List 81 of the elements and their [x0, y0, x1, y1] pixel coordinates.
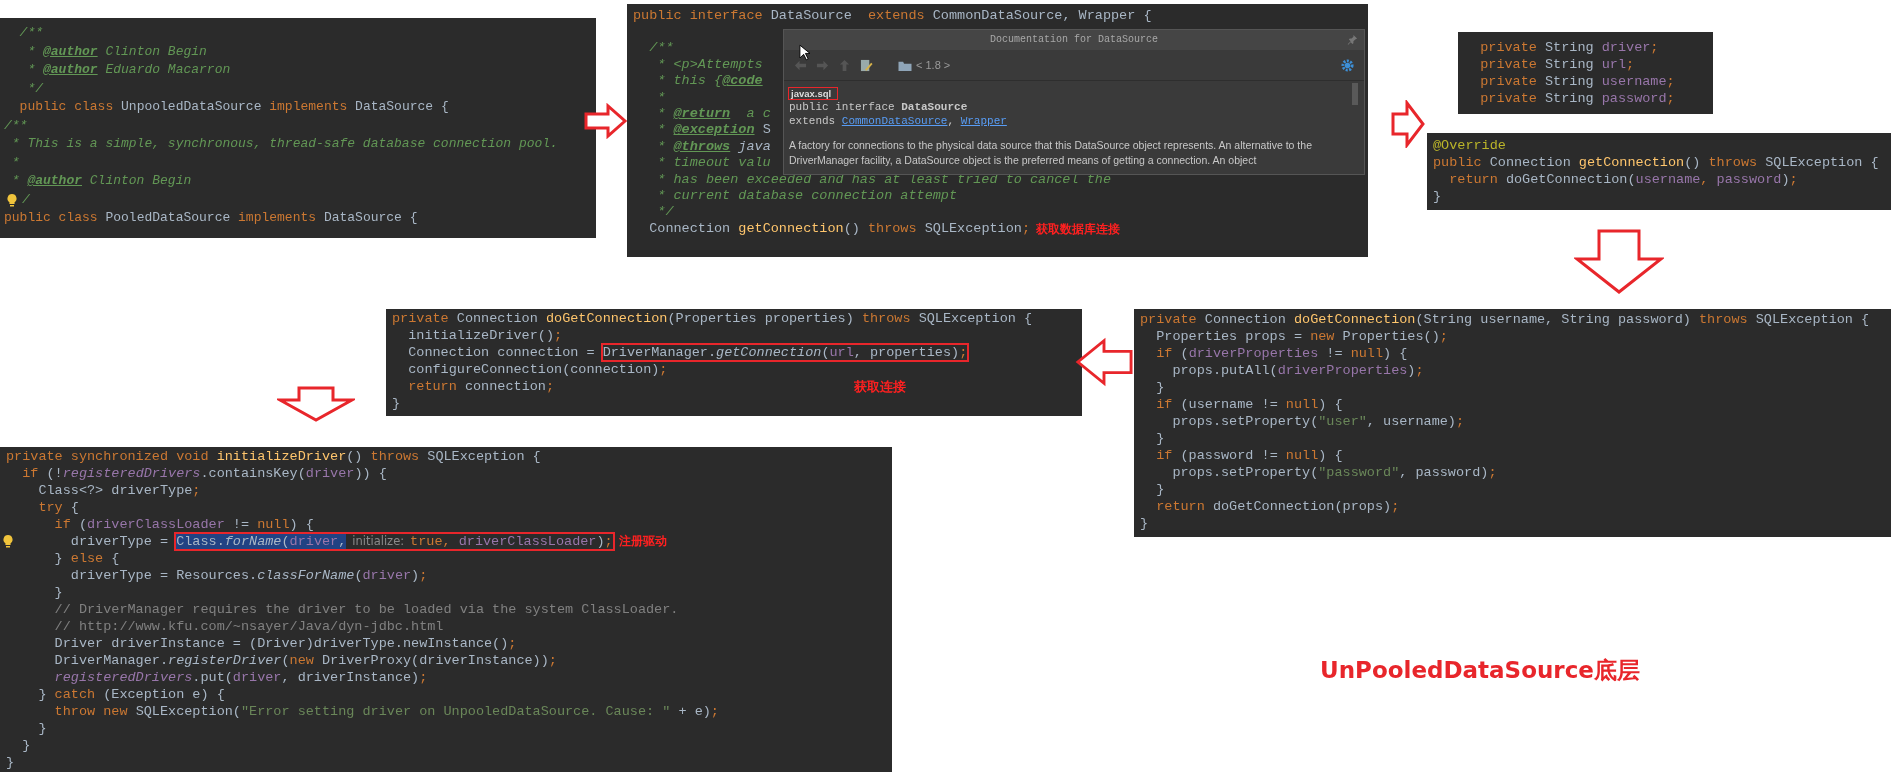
package-label: javax.sql	[788, 87, 839, 100]
code-line: /	[22, 190, 30, 209]
code-line: * @exception S	[656, 122, 771, 139]
code-line: * timeout valu	[656, 155, 771, 172]
code-line: private Connection doGetConnection(String username, String password) throws SQLException {	[1140, 311, 1870, 328]
code-line: private String driver;	[1479, 39, 1659, 56]
code-line: @Override	[1433, 137, 1506, 154]
code-line: * has been exceeded and has at least tried to cancel the	[656, 171, 1111, 189]
code-line: /**	[4, 116, 28, 135]
code-line: return doGetConnection(props);	[1155, 498, 1400, 515]
code-line: }	[392, 395, 401, 412]
code-line: props.putAll(driverProperties);	[1171, 362, 1424, 379]
code-line: }	[1140, 515, 1149, 532]
code-line: try {	[37, 499, 79, 516]
code-line: // http://www.kfu.com/~nsayer/Java/dyn-jdbc.html	[53, 618, 444, 635]
code-line: configureConnection(connection);	[407, 361, 668, 378]
code-line: public class UnpooledDataSource implements DataSource {	[18, 98, 449, 116]
doc-signature: public interface DataSource	[789, 100, 969, 114]
code-line: /**	[18, 24, 43, 42]
code-line: * @author Eduardo Macarron	[26, 61, 231, 79]
code-line: public interface DataSource extends CommonDataSource, Wrapper {	[633, 8, 1152, 25]
doc-link[interactable]: CommonDataSource	[841, 115, 948, 127]
code-line: props.setProperty("user", username);	[1171, 413, 1465, 430]
code-line: if (driverProperties != null) {	[1155, 345, 1408, 362]
code-line: */	[656, 204, 674, 221]
code-line: throw new SQLException("Error setting driver on UnpooledDataSource. Cause: " + e);	[53, 703, 719, 720]
code-line: initializeDriver();	[407, 327, 563, 344]
code-line: * @author Clinton Begin	[26, 42, 207, 61]
code-line: if (driverClassLoader != null) {	[53, 516, 314, 533]
code-line: DriverManager.registerDriver(new DriverProxy(driverInstance));	[53, 652, 557, 669]
code-line: *	[10, 153, 20, 172]
code-line: // DriverManager requires the driver to be loaded via the system ClassLoader.	[53, 601, 679, 618]
code-line: if (!registeredDrivers.containsKey(driver)) {	[21, 465, 387, 482]
code-line: Class<?> driverType;	[37, 482, 201, 499]
code-line: props.setProperty("password", password);	[1171, 464, 1497, 481]
code-line: }	[1155, 430, 1165, 447]
popup-title: Documentation for DataSource	[990, 34, 1158, 46]
version-nav[interactable]: < 1.8 >	[916, 56, 951, 74]
code-line: * This is a simple, synchronous, thread-safe database connection pool.	[10, 135, 558, 153]
code-line: * current database connection attempt	[656, 188, 958, 205]
annotation-note: 注册驱动	[618, 533, 667, 550]
code-line: * @throws java	[656, 138, 771, 156]
code-line: Connection connection = DriverManager.getConnection(url, properties);	[407, 344, 968, 361]
code-line: private String username;	[1479, 73, 1675, 90]
code-line: }	[21, 737, 31, 754]
code-line: /**	[648, 40, 674, 57]
code-line: * <p>Attempts	[656, 56, 763, 74]
code-line: *	[656, 89, 666, 107]
code-line: }	[1155, 379, 1165, 396]
code-line: }	[53, 584, 63, 601]
caption-text: UnPooledDataSource底层	[1320, 656, 1640, 685]
code-line: } else {	[53, 550, 120, 567]
code-line: Connection getConnection() throws SQLException;	[648, 221, 1030, 238]
code-line: private String url;	[1479, 56, 1635, 73]
code-line: private Connection doGetConnection(Properties properties) throws SQLException {	[392, 310, 1033, 327]
annotation-note: 获取数据库连接	[1036, 220, 1120, 238]
code-line: if (password != null) {	[1155, 447, 1343, 464]
code-line: public class PooledDataSource implements DataSource {	[4, 209, 418, 227]
code-line: * @return a c	[656, 106, 771, 123]
code-line: private String password;	[1479, 90, 1675, 107]
code-line: return doGetConnection(username, password);	[1448, 171, 1798, 188]
code-line: }	[6, 754, 15, 771]
annotation-note: 获取连接	[854, 378, 907, 395]
code-line: }	[1433, 188, 1442, 205]
code-line: registeredDrivers.put(driver, driverInstance);	[53, 669, 428, 686]
doc-text: extends CommonDataSource, Wrapper	[789, 114, 1008, 128]
code-line: if (username != null) {	[1155, 396, 1343, 413]
code-line: */	[26, 79, 43, 98]
code-line: } catch (Exception e) {	[37, 686, 225, 703]
doc-link[interactable]: Wrapper	[960, 115, 1007, 127]
code-line: driverType = Resources.classForName(driver);	[69, 567, 428, 584]
code-line: Properties props = new Properties();	[1155, 328, 1448, 345]
code-line: }	[37, 720, 47, 737]
code-line: return connection;	[407, 378, 555, 395]
code-line: }	[1155, 481, 1165, 498]
doc-description: A factory for connections to the physical data source that this DataSource object represents. An alternative to the DriverManager facility, a DataSource object is the preferred means of getting a connection. An object	[789, 138, 1313, 168]
code-line: * this {@code	[656, 73, 763, 90]
code-line: * @author Clinton Begin	[10, 172, 192, 190]
code-line: private synchronized void initializeDriver() throws SQLException {	[6, 448, 541, 465]
code-line: public Connection getConnection() throws SQLException {	[1433, 154, 1879, 171]
code-line: Driver driverInstance = (Driver)driverType.newInstance();	[53, 635, 517, 652]
